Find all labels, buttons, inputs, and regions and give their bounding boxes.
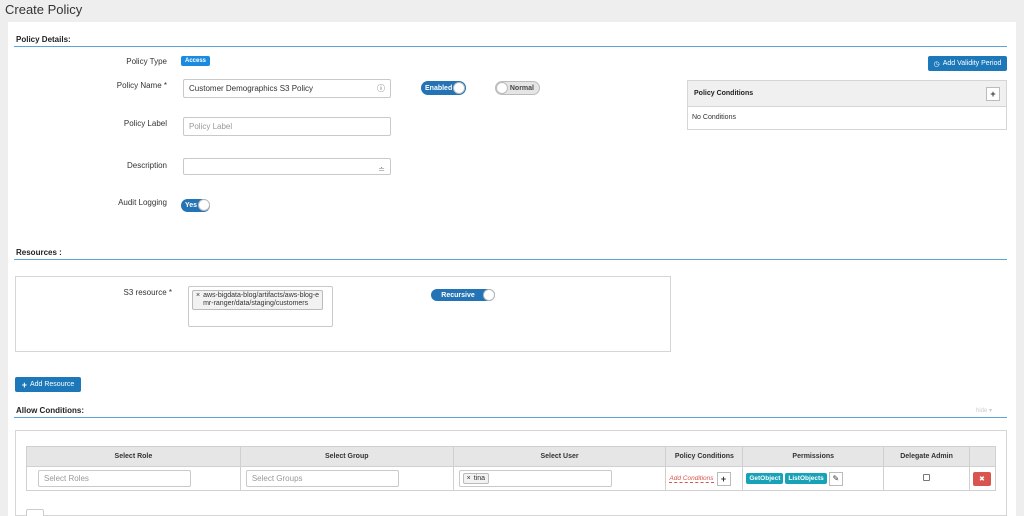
toggle-knob: [198, 199, 210, 211]
audit-logging-value: Yes: [185, 202, 198, 209]
policy-conditions-card: Policy Conditions + No Conditions: [687, 80, 1007, 130]
delegate-admin-checkbox[interactable]: [923, 474, 931, 481]
permission-badge: ListObjects: [785, 473, 827, 484]
group-cell: Select Groups: [239, 466, 454, 491]
recursive-toggle-label: Recursive: [441, 291, 475, 299]
policy-label-label: Policy Label: [123, 119, 167, 128]
add-validity-period-button[interactable]: ◷ Add Validity Period: [928, 56, 1007, 71]
s3-resource-input[interactable]: × aws-bigdata-blog/artifacts/aws-blog-e …: [188, 286, 333, 327]
permission-badge: GetObject: [746, 473, 784, 484]
policy-details-heading: Policy Details:: [16, 35, 71, 44]
column-header-group: Select Group: [239, 446, 454, 467]
audit-logging-label: Audit Logging: [118, 198, 167, 207]
table-header-row: Select Role Select Group Select User Pol…: [26, 446, 997, 467]
s3-path-line-2: mr-ranger/data/staging/customers: [203, 300, 309, 307]
normal-toggle[interactable]: Normal: [495, 81, 540, 95]
add-row-button[interactable]: [26, 509, 44, 516]
page-title: Create Policy: [5, 2, 83, 17]
info-icon: ⓘ: [377, 84, 385, 93]
chevron-down-icon: ▾: [989, 408, 993, 414]
column-header-role: Select Role: [26, 446, 241, 467]
section-divider: [14, 46, 1007, 47]
policy-conditions-control: Add Conditions +: [669, 471, 739, 486]
resources-heading: Resources :: [16, 248, 62, 257]
policy-name-input[interactable]: Customer Demographics S3 Policy ⓘ: [183, 79, 391, 98]
select-groups-placeholder: Select Groups: [251, 474, 303, 483]
policy-conditions-title: Policy Conditions: [694, 90, 754, 97]
policy-type-badge: Access: [181, 56, 211, 66]
policy-conditions-header: Policy Conditions +: [688, 81, 1006, 107]
add-resource-label: Add Resource: [29, 381, 75, 388]
role-cell: Select Roles: [26, 466, 241, 491]
pencil-icon[interactable]: ✎: [828, 471, 843, 486]
policy-name-value: Customer Demographics S3 Policy: [189, 84, 314, 93]
add-validity-period-label: Add Validity Period: [942, 60, 1002, 67]
s3-path-line-1: aws-bigdata-blog/artifacts/aws-blog-e: [203, 292, 320, 299]
toggle-knob: [453, 82, 465, 94]
plus-icon: +: [21, 379, 27, 390]
allow-conditions-table: Select Role Select Group Select User Pol…: [26, 446, 997, 491]
section-divider: [14, 417, 1007, 418]
enabled-toggle-label: Enabled: [425, 84, 453, 92]
allow-conditions-heading: Allow Conditions:: [16, 406, 84, 415]
select-roles-input[interactable]: Select Roles: [38, 470, 191, 487]
enabled-toggle[interactable]: Enabled: [421, 81, 466, 95]
add-condition-button[interactable]: +: [986, 86, 1000, 101]
policy-label-placeholder: Policy Label: [189, 122, 233, 131]
permissions-cell: GetObject ListObjects ✎: [742, 466, 885, 491]
column-header-policy-conditions: Policy Conditions: [665, 446, 744, 467]
add-resource-button[interactable]: + Add Resource: [15, 377, 81, 392]
policy-name-label: Policy Name *: [116, 81, 167, 90]
clock-icon: ◷: [933, 60, 940, 68]
actions-cell: ✖: [968, 466, 997, 491]
user-tag-label: tina: [473, 475, 486, 482]
s3-resource-path: aws-bigdata-blog/artifacts/aws-blog-e mr…: [203, 292, 319, 308]
hide-link[interactable]: hide ▾: [976, 407, 992, 414]
column-header-user: Select User: [452, 446, 667, 467]
s3-resource-label: S3 resource *: [123, 288, 172, 297]
no-conditions-text: No Conditions: [692, 114, 736, 121]
add-conditions-button[interactable]: +: [716, 471, 731, 486]
description-label: Description: [126, 161, 167, 170]
section-divider: [14, 259, 1007, 260]
remove-tag-icon[interactable]: ×: [467, 475, 471, 482]
select-roles-placeholder: Select Roles: [44, 474, 89, 483]
remove-tag-icon[interactable]: ×: [196, 292, 200, 308]
hide-link-label: hide: [976, 408, 988, 414]
conditions-grid: Select Role Select Group Select User Pol…: [26, 446, 997, 491]
audit-logging-toggle[interactable]: Yes: [181, 199, 210, 212]
add-conditions-link[interactable]: Add Conditions: [669, 475, 714, 483]
column-header-permissions: Permissions: [742, 446, 885, 467]
s3-resource-tag: × aws-bigdata-blog/artifacts/aws-blog-e …: [192, 290, 324, 310]
select-users-input[interactable]: × tina: [458, 470, 612, 487]
toggle-knob: [483, 289, 495, 301]
resize-grip-icon: ≐: [378, 165, 385, 174]
table-row: Select Roles Select Groups × tina Add Co…: [26, 466, 997, 491]
column-header-delegate-admin: Delegate Admin: [883, 446, 970, 467]
policy-type-label: Policy Type: [126, 57, 167, 66]
policy-label-input[interactable]: Policy Label: [183, 117, 391, 136]
user-tag: × tina: [462, 473, 490, 484]
delegate-admin-cell: [883, 466, 970, 491]
delete-row-button[interactable]: ✖: [972, 471, 991, 486]
select-groups-input[interactable]: Select Groups: [245, 470, 399, 487]
policy-conditions-cell: Add Conditions +: [665, 466, 744, 491]
description-textarea[interactable]: ≐: [183, 158, 391, 175]
toggle-knob: [496, 82, 508, 94]
user-cell: × tina: [452, 466, 667, 491]
normal-toggle-label: Normal: [509, 84, 534, 92]
column-header-actions: [968, 446, 997, 467]
recursive-toggle[interactable]: Recursive: [431, 289, 495, 301]
permissions-list: GetObject ListObjects ✎: [746, 471, 880, 486]
